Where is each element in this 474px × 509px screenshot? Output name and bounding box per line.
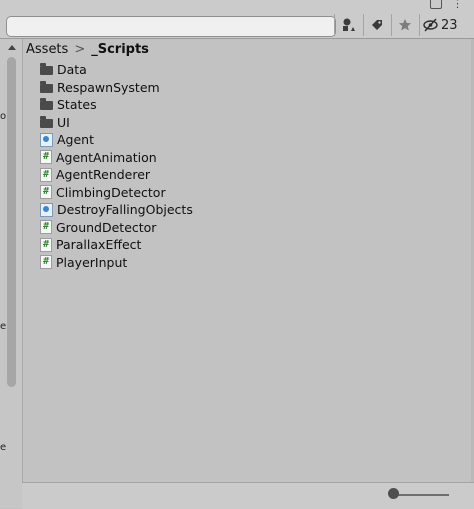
icon-size-slider-knob[interactable] bbox=[388, 488, 399, 499]
clipped-text-fragment: e bbox=[0, 321, 7, 332]
asset-item-label: GroundDetector bbox=[56, 219, 157, 235]
folder-icon bbox=[40, 98, 53, 111]
csharp-script-icon: # bbox=[40, 237, 52, 252]
folder-icon bbox=[40, 115, 53, 128]
csharp-script-icon: # bbox=[40, 167, 52, 182]
icon-size-slider-track[interactable] bbox=[395, 494, 449, 496]
breadcrumb-separator: > bbox=[74, 41, 86, 57]
lock-icon[interactable] bbox=[430, 0, 442, 9]
asset-item[interactable]: # ParallaxEffect bbox=[40, 236, 193, 254]
assembly-definition-icon bbox=[40, 202, 53, 217]
asset-item[interactable]: # AgentAnimation bbox=[40, 149, 193, 167]
asset-item-label: RespawnSystem bbox=[57, 79, 160, 95]
clipped-text-fragment: e bbox=[0, 442, 7, 453]
breadcrumb-assets[interactable]: Assets bbox=[26, 42, 68, 57]
csharp-script-icon: # bbox=[40, 255, 52, 270]
asset-item[interactable]: Data bbox=[40, 61, 193, 79]
search-by-type-button[interactable] bbox=[336, 14, 362, 36]
asset-item[interactable]: Agent bbox=[40, 131, 193, 149]
save-search-button[interactable] bbox=[392, 14, 418, 36]
search-by-label-button[interactable] bbox=[364, 14, 390, 36]
breadcrumb: Assets > _Scripts bbox=[26, 40, 149, 58]
eye-slash-icon bbox=[423, 18, 438, 32]
asset-list: Data RespawnSystem States UI Agent # AgentAnim… bbox=[40, 61, 193, 271]
star-icon bbox=[399, 19, 411, 31]
search-by-type-icon bbox=[343, 18, 355, 31]
asset-item[interactable]: States bbox=[40, 96, 193, 114]
asset-item[interactable]: UI bbox=[40, 114, 193, 132]
asset-item[interactable]: # GroundDetector bbox=[40, 219, 193, 237]
asset-item-label: AgentAnimation bbox=[56, 149, 157, 165]
search-input[interactable] bbox=[6, 16, 336, 37]
breadcrumb-current-folder[interactable]: _Scripts bbox=[91, 42, 149, 57]
csharp-script-icon: # bbox=[40, 220, 52, 235]
bottom-status-bar bbox=[22, 482, 474, 509]
asset-item-label: ParallaxEffect bbox=[56, 237, 142, 253]
asset-item[interactable]: # AgentRenderer bbox=[40, 166, 193, 184]
folder-icon bbox=[40, 63, 53, 76]
asset-item[interactable]: # ClimbingDetector bbox=[40, 184, 193, 202]
folder-tree-pane: o e e bbox=[0, 39, 23, 508]
clipped-text-fragment: o bbox=[0, 111, 7, 122]
asset-item-label: Data bbox=[57, 62, 87, 78]
asset-item-label: Agent bbox=[57, 132, 94, 148]
asset-item-label: ClimbingDetector bbox=[56, 184, 166, 200]
asset-item-label: PlayerInput bbox=[56, 254, 128, 270]
csharp-script-icon: # bbox=[40, 185, 52, 200]
asset-item[interactable]: DestroyFallingObjects bbox=[40, 201, 193, 219]
more-menu-icon[interactable]: ⋮ bbox=[452, 0, 463, 10]
asset-item[interactable]: # PlayerInput bbox=[40, 254, 193, 272]
label-tag-icon bbox=[372, 20, 382, 30]
toolbar-divider bbox=[334, 14, 335, 36]
asset-item-label: States bbox=[57, 97, 97, 113]
asset-item[interactable]: RespawnSystem bbox=[40, 79, 193, 97]
toolbar-divider bbox=[419, 14, 420, 36]
asset-item-label: AgentRenderer bbox=[56, 167, 151, 183]
hidden-packages-toggle[interactable]: 23 bbox=[422, 14, 458, 36]
csharp-script-icon: # bbox=[40, 150, 52, 165]
assembly-definition-icon bbox=[40, 132, 53, 147]
project-toolbar: ⋮ 23 bbox=[0, 0, 474, 39]
asset-item-label: UI bbox=[57, 114, 70, 130]
scroll-up-arrow-icon[interactable] bbox=[8, 45, 16, 50]
vertical-scrollbar-thumb[interactable] bbox=[7, 57, 16, 387]
hidden-packages-count: 23 bbox=[441, 17, 458, 33]
folder-icon bbox=[40, 80, 53, 93]
asset-item-label: DestroyFallingObjects bbox=[57, 202, 193, 218]
